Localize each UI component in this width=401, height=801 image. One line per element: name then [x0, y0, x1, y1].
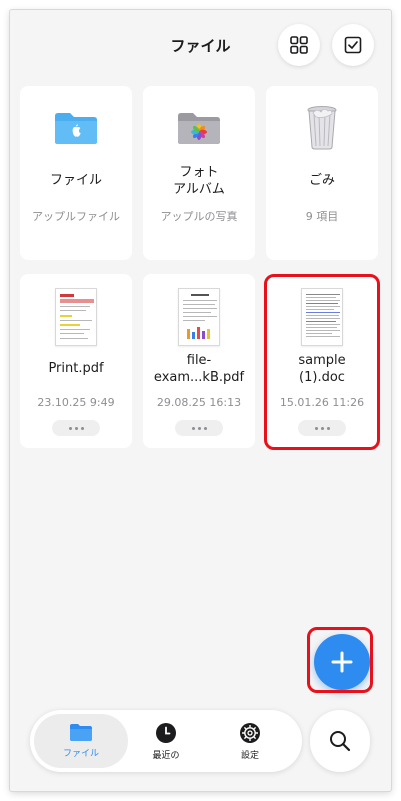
grid-icon: [290, 36, 308, 54]
add-button[interactable]: [314, 634, 370, 690]
card-trash[interactable]: ごみ 9 項目: [266, 86, 378, 260]
ellipsis-icon: [191, 426, 195, 430]
photos-folder-icon: [178, 113, 220, 144]
gear-icon: [240, 722, 260, 743]
search-button[interactable]: [310, 710, 370, 772]
card-meta: アップルファイル: [32, 210, 120, 223]
clock-icon: [156, 722, 176, 743]
plus-icon: [331, 651, 353, 673]
card-name: file- exam...kB.pdf: [153, 353, 245, 385]
tab-recent[interactable]: 最近の: [130, 714, 202, 768]
card-print-pdf[interactable]: Print.pdf 23.10.25 9:49: [20, 274, 132, 448]
select-button[interactable]: [332, 24, 374, 66]
checkbox-icon: [344, 36, 362, 54]
more-button[interactable]: [298, 420, 346, 436]
grid-view-button[interactable]: [278, 24, 320, 66]
tab-bar: ファイル 最近の 設定: [30, 710, 302, 772]
card-meta: 23.10.25 9:49: [37, 396, 115, 409]
card-meta: 9 項目: [305, 210, 339, 223]
tab-label: 最近の: [152, 750, 180, 761]
more-button[interactable]: [52, 420, 100, 436]
phone-screen: ファイル ファイル アップルファイル フォト アルバム アップルの写真 ごみ 9…: [10, 10, 391, 791]
card-name: フォト アルバム: [173, 165, 225, 197]
card-meta: 29.08.25 16:13: [156, 396, 242, 409]
ellipsis-icon: [314, 426, 318, 430]
header: ファイル: [10, 10, 391, 80]
search-icon: [330, 731, 351, 752]
card-name: ファイル: [49, 173, 102, 188]
card-meta: アップルの写真: [160, 210, 238, 223]
card-meta: 15.01.26 11:26: [279, 396, 365, 409]
blue-folder-icon: [55, 113, 97, 144]
ellipsis-icon: [68, 426, 72, 430]
card-photo-album[interactable]: フォト アルバム アップルの写真: [143, 86, 255, 260]
card-name: sample (1).doc: [298, 353, 346, 385]
folder-icon: [70, 724, 92, 741]
more-button[interactable]: [175, 420, 223, 436]
tab-label: ファイル: [62, 749, 99, 759]
pdf-thumbnail-icon: [178, 288, 220, 346]
card-file-example-pdf[interactable]: file- exam...kB.pdf 29.08.25 16:13: [143, 274, 255, 448]
doc-thumbnail-icon: [301, 288, 343, 346]
tab-settings[interactable]: 設定: [214, 714, 286, 768]
card-apple-files[interactable]: ファイル アップルファイル: [20, 86, 132, 260]
card-name: ごみ: [308, 173, 335, 188]
pdf-thumbnail-icon: [55, 288, 97, 346]
tab-label: 設定: [240, 750, 259, 761]
card-sample-doc[interactable]: sample (1).doc 15.01.26 11:26: [266, 274, 378, 448]
card-name: Print.pdf: [48, 361, 104, 376]
tab-files[interactable]: ファイル: [34, 714, 128, 768]
trash-icon: [307, 106, 337, 150]
